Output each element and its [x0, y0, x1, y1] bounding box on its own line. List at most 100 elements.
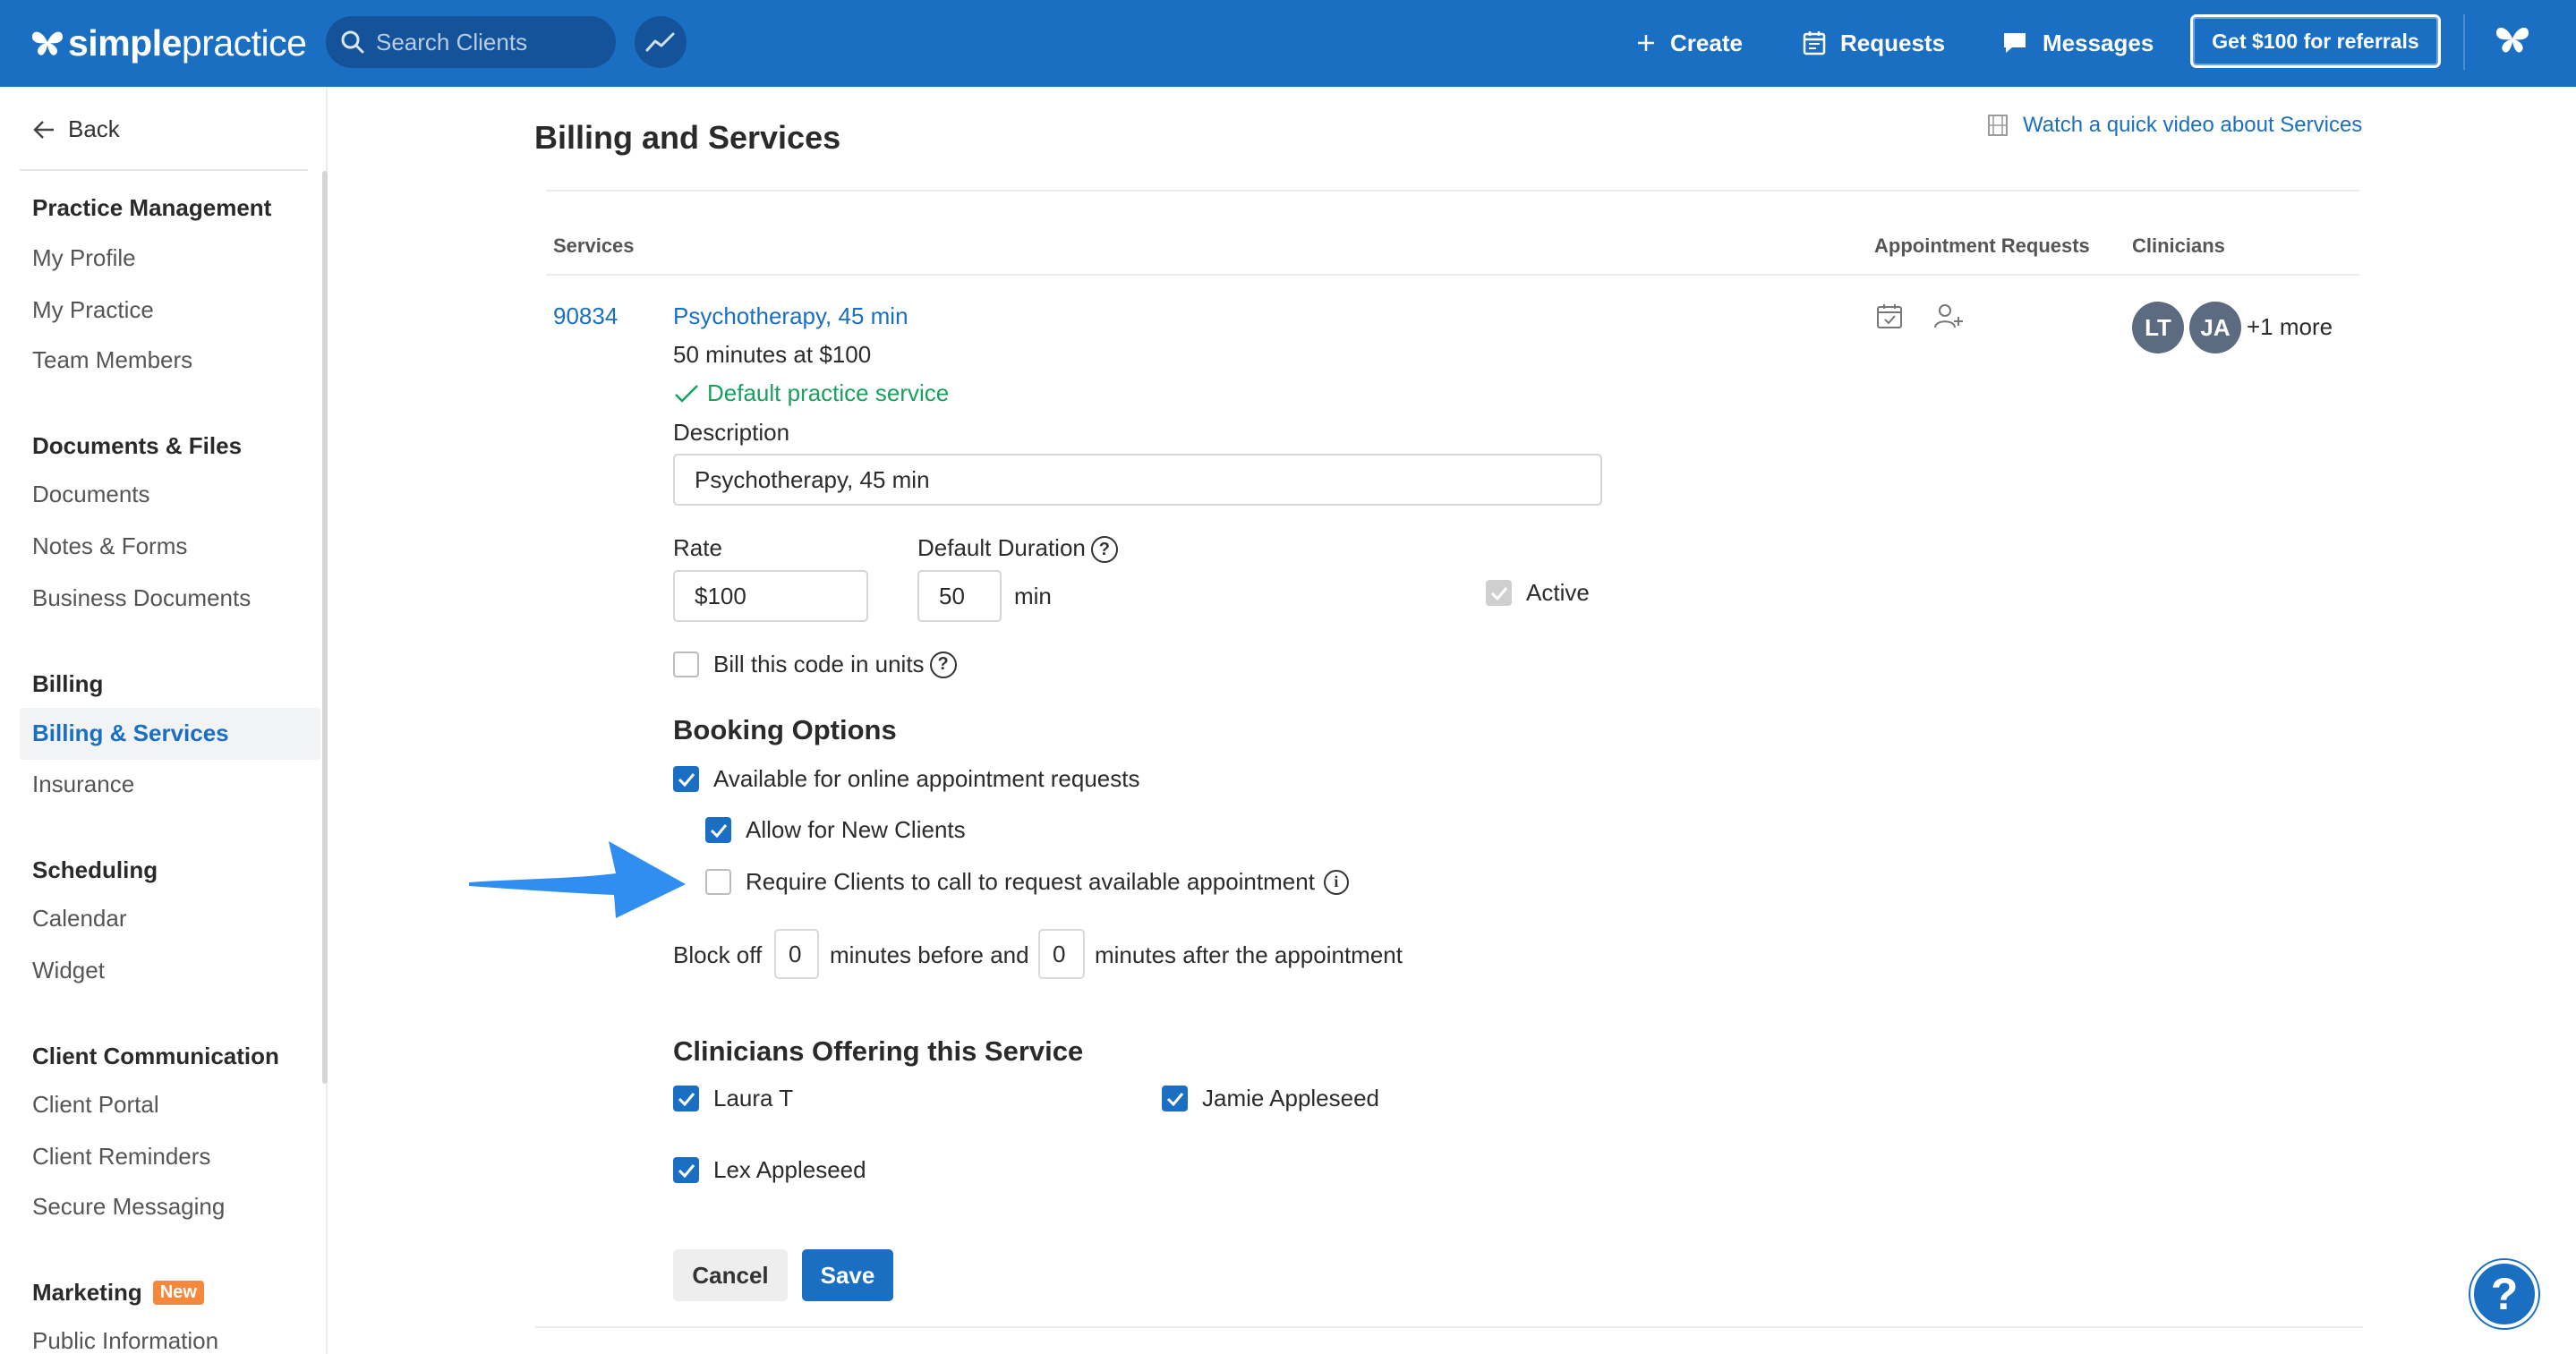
page-title: Billing and Services [534, 119, 841, 156]
save-button[interactable]: Save [802, 1249, 893, 1301]
calendar-check-icon [1877, 304, 1902, 328]
sidebar-scrollbar[interactable] [322, 171, 328, 1084]
requests-button[interactable]: Requests [1803, 25, 1945, 61]
block-after-input[interactable] [1038, 929, 1085, 979]
duration-label-row: Default Duration? [917, 534, 1118, 564]
new-clients-label: Allow for New Clients [746, 816, 966, 843]
active-checkbox[interactable] [1486, 580, 1512, 606]
checkmark-icon [678, 772, 695, 787]
arrow-left-icon [33, 120, 54, 139]
clinician-checkbox[interactable] [673, 1086, 699, 1111]
rate-input[interactable] [673, 570, 868, 622]
back-link[interactable]: Back [32, 115, 120, 143]
active-checkbox-row[interactable]: Active [1486, 579, 1590, 607]
service-name-link[interactable]: Psychotherapy, 45 min [673, 302, 908, 330]
online-requests-checkbox[interactable] [673, 766, 699, 792]
search-icon [341, 30, 364, 54]
checkmark-icon [710, 823, 727, 838]
block-off-middle: minutes before and [830, 941, 1029, 968]
butterfly-logo-icon [32, 31, 63, 55]
settings-sidebar: Back Practice Management My Profile My P… [0, 87, 328, 1354]
sidebar-item-documents[interactable]: Documents [32, 481, 150, 508]
annotation-arrow-icon [469, 841, 686, 918]
sidebar-item-client-reminders[interactable]: Client Reminders [32, 1143, 210, 1171]
help-circle-icon[interactable]: ? [929, 651, 957, 678]
header-divider [546, 190, 2359, 192]
chat-bubble-icon [2004, 33, 2026, 53]
sidebar-heading-billing: Billing [32, 670, 104, 697]
require-call-checkbox-row[interactable]: Require Clients to call to request avail… [705, 868, 1349, 896]
watch-video-label: Watch a quick video about Services [2023, 113, 2363, 137]
service-rate-summary: 50 minutes at $100 [673, 341, 872, 368]
sidebar-item-my-practice[interactable]: My Practice [32, 296, 154, 324]
search-clients-box[interactable] [326, 16, 616, 68]
more-clinicians-text: +1 more [2247, 313, 2333, 340]
bill-units-label: Bill this code in units [713, 651, 925, 677]
sidebar-item-my-profile[interactable]: My Profile [32, 244, 136, 272]
block-before-input[interactable] [774, 929, 819, 979]
duration-input[interactable] [917, 570, 1002, 622]
checkmark-icon [1490, 586, 1507, 600]
info-circle-icon[interactable]: i [1323, 869, 1349, 895]
column-header-clinicians: Clinicians [2132, 234, 2225, 257]
messages-label: Messages [2043, 29, 2154, 56]
sidebar-heading-marketing-label: Marketing [32, 1279, 142, 1306]
top-navigation-bar: simplepractice Create Requests [0, 0, 2576, 87]
cancel-button[interactable]: Cancel [673, 1249, 788, 1301]
online-requests-checkbox-row[interactable]: Available for online appointment request… [673, 765, 1140, 793]
column-header-services: Services [553, 234, 635, 257]
sidebar-item-billing-services[interactable]: Billing & Services [32, 720, 229, 747]
description-input[interactable] [673, 454, 1602, 506]
checkmark-icon [678, 1092, 695, 1106]
new-clients-checkbox[interactable] [705, 817, 731, 843]
clinician-checkbox[interactable] [673, 1157, 699, 1183]
help-button[interactable]: ? [2470, 1260, 2538, 1328]
online-requests-label: Available for online appointment request… [713, 765, 1140, 792]
sidebar-divider [20, 169, 308, 171]
new-badge: New [152, 1281, 204, 1305]
sidebar-item-client-portal[interactable]: Client Portal [32, 1091, 159, 1119]
default-service-indicator: Default practice service [673, 379, 949, 407]
clinician-checkbox[interactable] [1162, 1086, 1188, 1111]
clinician-name: Jamie Appleseed [1202, 1085, 1380, 1111]
clinician-checkbox-row-laura[interactable]: Laura T [673, 1085, 793, 1112]
clinician-name: Lex Appleseed [713, 1156, 866, 1183]
sidebar-item-public-information[interactable]: Public Information [32, 1327, 218, 1354]
sidebar-item-team-members[interactable]: Team Members [32, 346, 192, 374]
trend-line-icon [645, 32, 675, 52]
butterfly-menu-icon[interactable] [2494, 23, 2531, 55]
referral-button[interactable]: Get $100 for referrals [2190, 14, 2441, 68]
sidebar-heading-client-communication: Client Communication [32, 1043, 279, 1069]
active-label: Active [1526, 579, 1590, 606]
back-label: Back [68, 115, 120, 142]
sidebar-item-secure-messaging[interactable]: Secure Messaging [32, 1193, 225, 1221]
watch-video-link[interactable]: Watch a quick video about Services [1987, 113, 2362, 138]
clinician-checkbox-row-jamie[interactable]: Jamie Appleseed [1162, 1085, 1379, 1112]
avatar: JA [2189, 302, 2241, 353]
new-clients-checkbox-row[interactable]: Allow for New Clients [705, 816, 966, 844]
checkmark-icon [678, 1163, 695, 1178]
messages-button[interactable]: Messages [2001, 25, 2154, 61]
column-header-divider [546, 274, 2359, 276]
sidebar-item-notes-forms[interactable]: Notes & Forms [32, 532, 187, 560]
sidebar-item-calendar[interactable]: Calendar [32, 905, 127, 932]
require-call-checkbox[interactable] [705, 869, 731, 895]
checkmark-icon [1166, 1092, 1183, 1106]
bill-units-checkbox[interactable] [673, 651, 699, 677]
clinician-checkbox-row-lex[interactable]: Lex Appleseed [673, 1156, 866, 1184]
rate-label: Rate [673, 534, 722, 561]
analytics-button[interactable] [635, 16, 687, 68]
clinicians-offering-heading: Clinicians Offering this Service [673, 1035, 1084, 1067]
sidebar-item-widget[interactable]: Widget [32, 957, 105, 984]
create-button[interactable]: Create [1636, 25, 1743, 61]
block-off-prefix: Block off [673, 941, 763, 968]
description-label: Description [673, 419, 790, 446]
search-clients-input[interactable] [376, 28, 591, 56]
brand-logo[interactable]: simplepractice [30, 16, 307, 70]
sidebar-item-insurance[interactable]: Insurance [32, 771, 134, 798]
help-circle-icon[interactable]: ? [1090, 536, 1118, 564]
sidebar-item-business-documents[interactable]: Business Documents [32, 584, 251, 612]
service-code[interactable]: 90834 [553, 302, 618, 330]
bill-units-checkbox-row[interactable]: Bill this code in units? [673, 651, 957, 678]
require-call-label: Require Clients to call to request avail… [746, 868, 1315, 895]
